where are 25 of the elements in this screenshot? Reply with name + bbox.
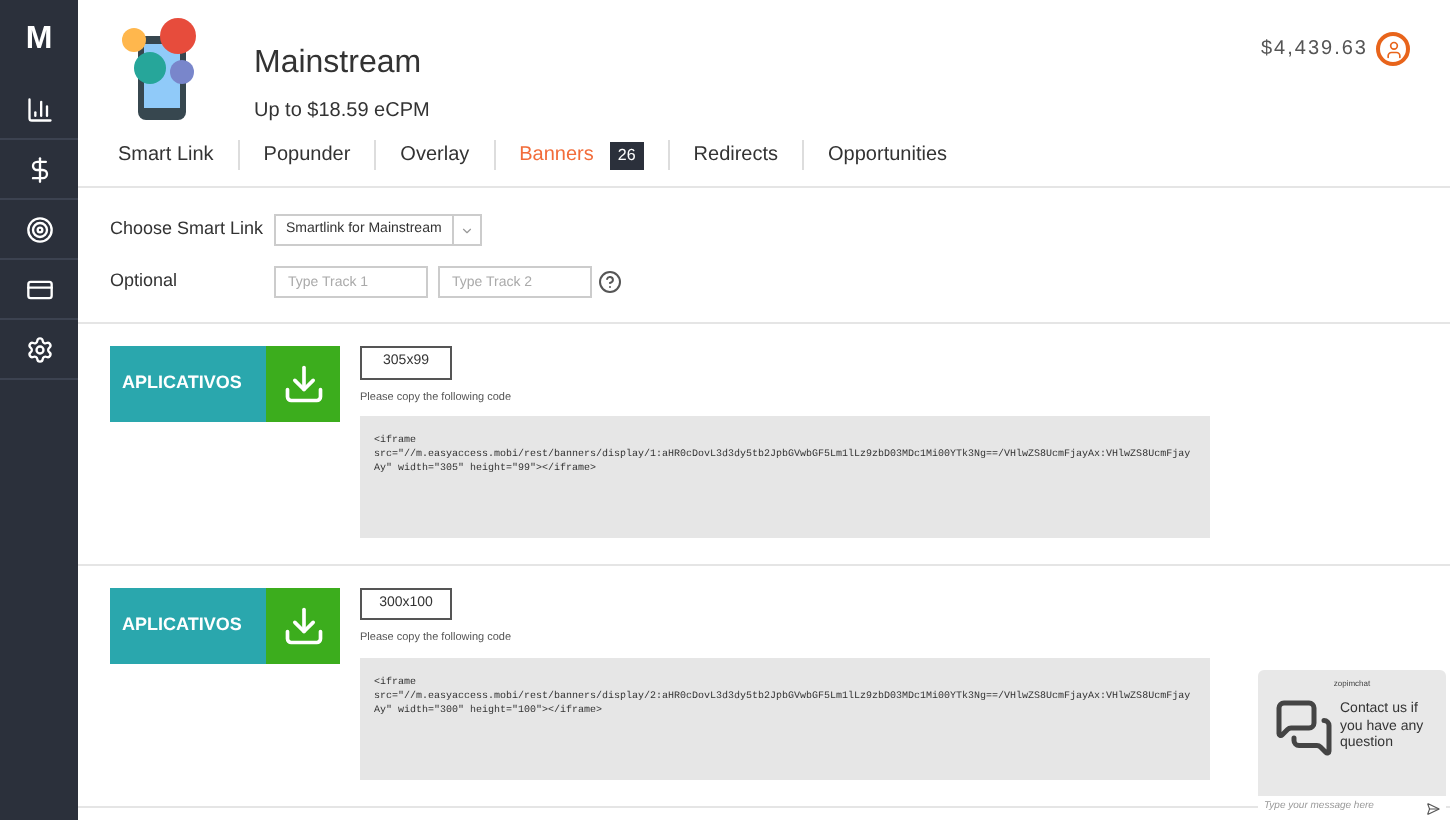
tab[interactable]: Popunder [263, 140, 351, 170]
balance: $4,439.63 [1261, 36, 1368, 64]
user-icon[interactable] [1376, 32, 1410, 66]
page-subtitle: Up to $18.59 eCPM [254, 98, 430, 126]
chat-bubbles-icon [1274, 698, 1334, 758]
tab[interactable]: Redirects [693, 140, 779, 170]
caret-icon [459, 223, 474, 237]
banner-text: APLICATIVOS [122, 612, 242, 638]
field-label: Choose Smart Link [110, 216, 266, 243]
tab[interactable]: Overlay [400, 140, 470, 170]
tab[interactable]: Smart Link [118, 140, 214, 170]
help-icon[interactable] [598, 270, 622, 294]
target-icon[interactable] [25, 215, 53, 243]
count-badge: 26 [609, 141, 644, 169]
tab[interactable]: Opportunities [828, 140, 948, 170]
banner-text: APLICATIVOS [122, 370, 242, 397]
card-icon[interactable] [25, 275, 53, 303]
send-icon [1426, 801, 1440, 815]
field-label: Optional [110, 268, 180, 295]
download-icon [281, 603, 325, 648]
settings-icon[interactable] [25, 335, 53, 363]
page-title: Mainstream [254, 44, 424, 84]
bar-chart-icon[interactable] [25, 95, 53, 123]
download-icon [281, 362, 325, 406]
logo[interactable]: M [25, 16, 53, 64]
